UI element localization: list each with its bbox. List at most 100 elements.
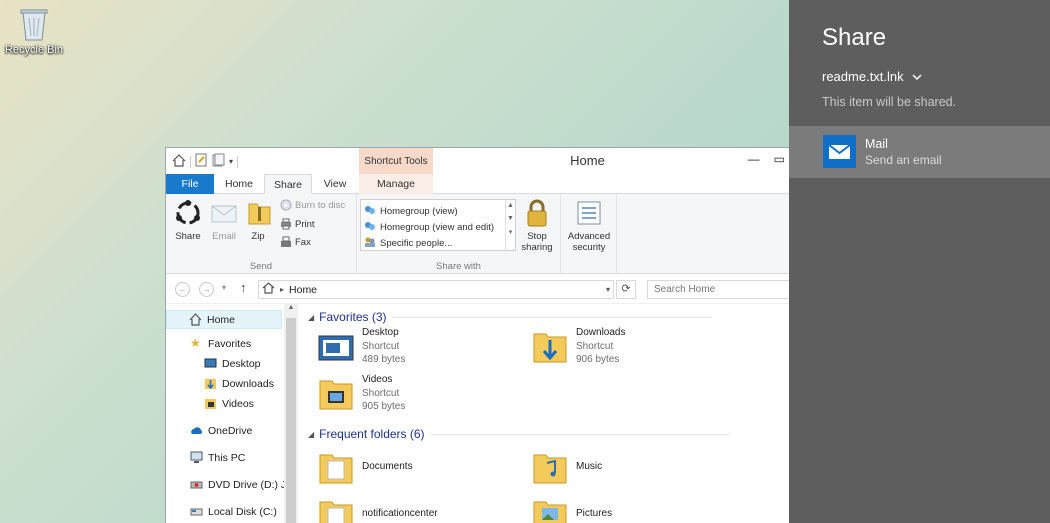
file-item-desktop[interactable]: Desktop Shortcut 489 bytes bbox=[318, 326, 405, 367]
zip-label: Zip bbox=[251, 231, 265, 242]
folder-name: notificationcenter bbox=[362, 508, 438, 520]
file-item-videos[interactable]: Videos Shortcut 905 bytes bbox=[318, 373, 405, 414]
recent-locations-icon[interactable]: ▾ bbox=[222, 283, 226, 292]
address-path: Home bbox=[289, 283, 318, 296]
scroll-thumb[interactable] bbox=[286, 318, 296, 523]
fax-icon bbox=[280, 236, 292, 248]
nav-local-disk-label: Local Disk (C:) bbox=[208, 505, 277, 518]
tab-share[interactable]: Share bbox=[264, 174, 312, 195]
nav-videos-label: Videos bbox=[222, 397, 254, 410]
dvd-drive-icon bbox=[190, 478, 203, 491]
downloads-folder-icon bbox=[532, 326, 568, 366]
share-target-mail[interactable]: Mail Send an email bbox=[789, 126, 1050, 178]
back-button[interactable]: ← bbox=[175, 282, 190, 297]
content-pane: ◢ Favorites (3) Desktop Shortcut 489 byt… bbox=[300, 304, 789, 523]
recycle-bin-label: Recycle Bin bbox=[4, 44, 64, 56]
burn-to-disc-button[interactable]: Burn to disc bbox=[280, 199, 345, 211]
shared-item-name: readme.txt.lnk bbox=[822, 69, 904, 84]
address-field[interactable]: ▸ Home ▾ bbox=[258, 280, 614, 299]
folder-name: Documents bbox=[362, 461, 413, 473]
nav-dvd-drive[interactable]: DVD Drive (D:) JM bbox=[190, 478, 295, 491]
folder-name: Pictures bbox=[576, 508, 613, 520]
advanced-security-button[interactable]: Advanced security bbox=[565, 198, 613, 253]
file-name: Desktop bbox=[362, 327, 399, 338]
specific-people-item[interactable]: Specific people... bbox=[364, 236, 452, 251]
videos-folder-icon bbox=[318, 373, 354, 413]
specific-people-label: Specific people... bbox=[380, 238, 453, 249]
forward-button[interactable]: → bbox=[199, 282, 214, 297]
folder-item-documents[interactable]: Documents bbox=[318, 447, 413, 487]
homegroup-view-item[interactable]: Homegroup (view) bbox=[364, 204, 458, 219]
breadcrumb-arrow-icon[interactable]: ▸ bbox=[280, 285, 284, 294]
nav-favorites-label: Favorites bbox=[208, 337, 252, 350]
stop-sharing-line2: sharing bbox=[521, 242, 553, 253]
folder-item-pictures[interactable]: Pictures bbox=[532, 494, 612, 523]
nav-favorites[interactable]: ★ Favorites bbox=[190, 337, 251, 350]
fax-button[interactable]: Fax bbox=[280, 236, 311, 248]
downloads-nav-icon bbox=[204, 377, 217, 390]
stop-sharing-button[interactable]: Stop sharing bbox=[517, 198, 557, 253]
refresh-button[interactable]: ⟳ bbox=[616, 280, 636, 299]
file-item-downloads[interactable]: Downloads Shortcut 906 bytes bbox=[532, 326, 625, 367]
homegroup-view-edit-item[interactable]: Homegroup (view and edit) bbox=[364, 220, 494, 235]
navigation-scrollbar[interactable]: ▲ bbox=[284, 304, 298, 523]
file-size: 906 bytes bbox=[576, 354, 620, 365]
recycle-bin-icon bbox=[19, 4, 49, 42]
zip-button[interactable]: Zip bbox=[244, 198, 272, 242]
shared-item-selector[interactable]: readme.txt.lnk bbox=[822, 69, 922, 84]
recycle-bin-desktop-icon[interactable]: Recycle Bin bbox=[4, 4, 64, 56]
ribbon-tabs: File Home Share View Manage bbox=[166, 174, 789, 195]
tab-manage[interactable]: Manage bbox=[359, 174, 433, 194]
search-input[interactable]: Search Home bbox=[647, 280, 789, 299]
homegroup-edit-icon bbox=[364, 220, 376, 235]
music-folder-icon bbox=[532, 447, 568, 487]
security-properties-icon bbox=[574, 198, 604, 228]
padlock-icon bbox=[522, 198, 552, 228]
nav-desktop-label: Desktop bbox=[222, 357, 261, 370]
folder-item-music[interactable]: Music bbox=[532, 447, 602, 487]
file-size: 905 bytes bbox=[362, 401, 406, 412]
nav-videos[interactable]: Videos bbox=[204, 397, 254, 410]
maximize-button[interactable]: ▭ bbox=[774, 152, 785, 166]
nav-downloads[interactable]: Downloads bbox=[204, 377, 274, 390]
documents-folder-icon bbox=[318, 447, 354, 487]
nav-this-pc-label: This PC bbox=[208, 451, 246, 464]
file-type: Shortcut bbox=[362, 340, 400, 352]
file-explorer-window: ▾ Shortcut Tools Home — ▭ File Home Shar… bbox=[165, 147, 790, 523]
frequent-section-header[interactable]: ◢ Frequent folders (6) bbox=[308, 427, 730, 441]
chevron-down-icon bbox=[912, 69, 922, 84]
share-label: Share bbox=[175, 231, 201, 242]
nav-home[interactable]: Home bbox=[166, 310, 282, 329]
tab-file[interactable]: File bbox=[166, 174, 214, 194]
up-button[interactable]: ↑ bbox=[240, 280, 247, 295]
gallery-up-icon[interactable]: ▲ bbox=[506, 202, 515, 209]
videos-nav-icon bbox=[204, 397, 217, 410]
favorites-section-header[interactable]: ◢ Favorites (3) bbox=[308, 310, 712, 324]
send-group: Share Email Zip Burn to disc Print Fax S… bbox=[166, 194, 357, 274]
nav-this-pc[interactable]: This PC bbox=[190, 451, 245, 464]
email-button[interactable]: Email bbox=[208, 198, 240, 242]
window-title: Home bbox=[570, 153, 605, 168]
share-with-group: Homegroup (view) Homegroup (view and edi… bbox=[357, 194, 561, 274]
nav-local-disk[interactable]: Local Disk (C:) bbox=[190, 505, 277, 518]
nav-onedrive[interactable]: OneDrive bbox=[190, 424, 252, 437]
print-button[interactable]: Print bbox=[280, 218, 315, 230]
tab-home[interactable]: Home bbox=[214, 174, 264, 194]
minimize-button[interactable]: — bbox=[748, 152, 760, 166]
gallery-expand-icon[interactable]: ▾ bbox=[506, 228, 515, 236]
gallery-down-icon[interactable]: ▼ bbox=[506, 215, 515, 222]
folder-item-notificationcenter[interactable]: notificationcenter bbox=[318, 494, 438, 523]
navigation-pane: Home ★ Favorites Desktop Downloads Video… bbox=[166, 304, 300, 523]
onedrive-icon bbox=[190, 424, 203, 437]
star-icon: ★ bbox=[190, 336, 201, 350]
send-group-label: Send bbox=[249, 261, 273, 272]
gallery-scroll[interactable]: ▲ ▼ ▾ bbox=[505, 200, 515, 250]
tab-view[interactable]: View bbox=[312, 174, 358, 194]
address-dropdown-icon[interactable]: ▾ bbox=[606, 285, 610, 294]
share-button[interactable]: Share bbox=[172, 198, 204, 242]
burn-label: Burn to disc bbox=[295, 199, 346, 211]
homegroup-view-label: Homegroup (view) bbox=[380, 206, 458, 217]
print-label: Print bbox=[295, 218, 315, 230]
scroll-up-icon[interactable]: ▲ bbox=[284, 304, 298, 311]
nav-desktop[interactable]: Desktop bbox=[204, 357, 261, 370]
